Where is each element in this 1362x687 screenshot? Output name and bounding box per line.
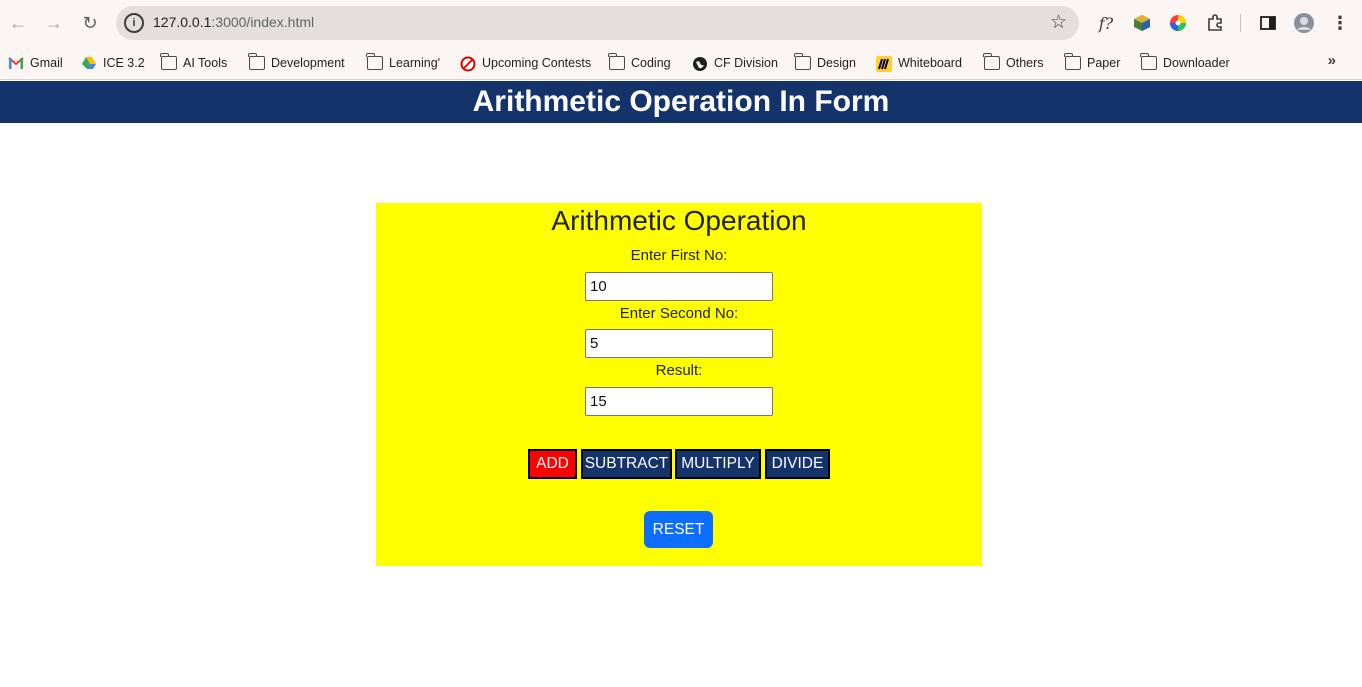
bookmark-label: Development xyxy=(271,56,345,70)
subtract-button[interactable]: SUBTRACT xyxy=(581,449,672,479)
bookmark-paper[interactable]: Paper xyxy=(1064,53,1121,73)
reset-button[interactable]: RESET xyxy=(644,511,713,548)
puzzle-icon[interactable] xyxy=(1203,11,1227,35)
menu-kebab-icon[interactable]: ⋮ xyxy=(1328,11,1352,35)
bookmark-whiteboard[interactable]: Whiteboard xyxy=(876,53,962,73)
address-url[interactable]: 127.0.0.1:3000/index.html xyxy=(153,14,314,30)
multiply-button[interactable]: MULTIPLY xyxy=(675,449,761,479)
bookmark-label: CF Division xyxy=(714,56,778,70)
more-bookmarks-icon[interactable]: » xyxy=(1328,52,1336,69)
bookmark-gmail[interactable]: Gmail xyxy=(8,53,63,73)
color-wheel-icon[interactable] xyxy=(1166,11,1190,35)
arithmetic-form: Arithmetic Operation Enter First No: Ent… xyxy=(376,203,982,566)
bookmark-label: Others xyxy=(1006,56,1044,70)
bookmark-others[interactable]: Others xyxy=(983,53,1044,73)
folder-icon xyxy=(160,53,177,70)
bookmark-development[interactable]: Development xyxy=(248,53,345,73)
folder-icon xyxy=(1140,53,1157,70)
first-number-label: Enter First No: xyxy=(630,247,728,264)
second-number-input[interactable] xyxy=(585,329,773,358)
folder-icon xyxy=(366,53,383,70)
url-path: :3000/index.html xyxy=(211,14,315,30)
page-header: Arithmetic Operation In Form xyxy=(0,81,1362,123)
globe-icon xyxy=(692,56,708,71)
bookmark-ice[interactable]: ICE 3.2 xyxy=(81,53,145,73)
gmail-icon xyxy=(8,56,24,70)
site-info-icon[interactable]: i xyxy=(124,13,144,33)
bookmark-upcoming-contests[interactable]: Upcoming Contests xyxy=(460,53,591,73)
bookmark-label: Learning' xyxy=(389,56,441,70)
folder-icon xyxy=(608,53,625,70)
bookmark-coding[interactable]: Coding xyxy=(608,53,671,73)
bookmark-label: Design xyxy=(817,56,856,70)
add-button[interactable]: ADD xyxy=(528,449,577,479)
url-host: 127.0.0.1 xyxy=(153,14,212,30)
bookmark-label: Upcoming Contests xyxy=(482,56,592,70)
first-number-input[interactable] xyxy=(585,272,773,301)
bookmark-design[interactable]: Design xyxy=(794,53,856,73)
folder-icon xyxy=(248,53,265,70)
miro-icon xyxy=(876,56,892,72)
bookmark-label: ICE 3.2 xyxy=(103,56,145,70)
form-title: Arithmetic Operation xyxy=(551,205,807,236)
contest-icon xyxy=(460,56,476,72)
bookmarks-bar: Gmail ICE 3.2 AI Tools Development Learn… xyxy=(0,46,1362,80)
cube-extension-icon[interactable] xyxy=(1130,11,1154,35)
bookmark-star-icon[interactable]: ☆ xyxy=(1050,11,1067,34)
divide-button[interactable]: DIVIDE xyxy=(765,449,830,479)
bookmark-label: AI Tools xyxy=(183,56,228,70)
bookmark-learning[interactable]: Learning' xyxy=(366,53,441,73)
result-label: Result: xyxy=(655,362,703,379)
function-icon[interactable]: f? xyxy=(1094,11,1118,35)
bookmark-label: Downloader xyxy=(1163,56,1230,70)
bookmark-ai-tools[interactable]: AI Tools xyxy=(160,53,228,73)
back-icon[interactable]: ← xyxy=(5,10,31,36)
folder-icon xyxy=(794,53,811,70)
result-input[interactable] xyxy=(585,387,773,416)
bookmark-downloader[interactable]: Downloader xyxy=(1140,53,1230,73)
forward-icon[interactable]: → xyxy=(41,10,67,36)
address-bar[interactable]: i 127.0.0.1:3000/index.html ☆ xyxy=(116,6,1079,40)
bookmark-label: Coding xyxy=(631,56,671,70)
drive-icon xyxy=(81,56,97,70)
folder-icon xyxy=(1064,53,1081,70)
bookmark-cf-division[interactable]: CF Division xyxy=(692,53,778,73)
bookmark-label: Gmail xyxy=(30,56,63,70)
browser-toolbar: ← → ↻ i 127.0.0.1:3000/index.html ☆ f? ⋮ xyxy=(0,0,1362,46)
reload-icon[interactable]: ↻ xyxy=(77,10,103,36)
bookmark-label: Whiteboard xyxy=(898,56,962,70)
second-number-label: Enter Second No: xyxy=(619,305,739,322)
side-panel-icon[interactable] xyxy=(1256,11,1280,35)
toolbar-divider xyxy=(1240,14,1241,32)
bookmark-label: Paper xyxy=(1087,56,1121,70)
avatar[interactable] xyxy=(1292,11,1316,35)
folder-icon xyxy=(983,53,1000,70)
